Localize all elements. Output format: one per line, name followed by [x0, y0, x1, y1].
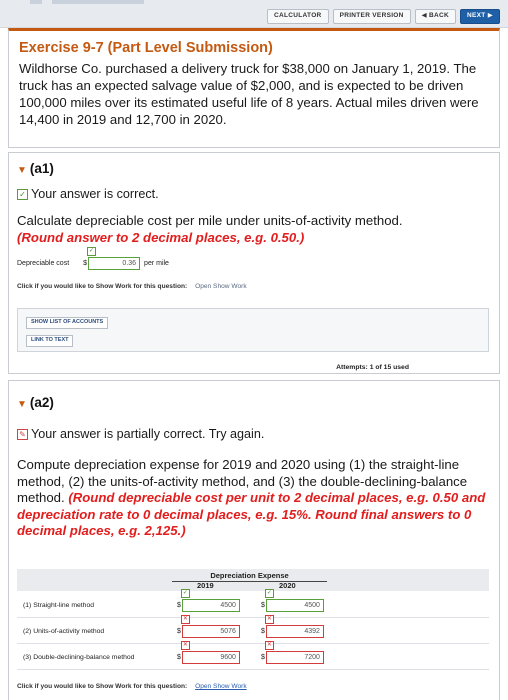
printer-version-button[interactable]: PRINTER VERSION	[332, 9, 411, 24]
open-show-work-link[interactable]: Open Show Work	[195, 283, 247, 290]
a1-status: ✓ Your answer is correct.	[17, 187, 159, 201]
cell-value: 7200	[304, 654, 320, 661]
year-2020-header: 2020	[279, 581, 296, 590]
check-icon: ✓	[17, 188, 28, 200]
cell-value: 5076	[220, 628, 236, 635]
a1-show-work: Click if you would like to Show Work for…	[17, 283, 247, 290]
next-button[interactable]: NEXT ▶	[460, 9, 500, 24]
a2-show-work: Click if you would like to Show Work for…	[17, 683, 247, 690]
incorrect-x-icon: ✕	[180, 615, 190, 624]
units-activity-2019-input[interactable]: ✕ 5076	[180, 615, 240, 638]
part-a1-card: ▼ (a1) ✓ Your answer is correct. Calculat…	[8, 152, 500, 374]
attempts-counter: Attempts: 1 of 15 used	[336, 364, 409, 371]
straight-line-2020-input[interactable]: ✓ 4500	[264, 589, 324, 612]
show-work-prompt: Click if you would like to Show Work for…	[17, 683, 188, 690]
row-label: (2) Units-of-activity method	[23, 628, 105, 635]
part-a1-heading-text: (a1)	[29, 161, 54, 176]
back-button[interactable]: ◀ BACK	[414, 9, 457, 24]
ddb-2020-input[interactable]: ✕ 7200	[264, 641, 324, 664]
a2-question: Compute depreciation expense for 2019 an…	[17, 457, 489, 540]
table-header: Depreciation Expense 2019 2020	[17, 569, 489, 591]
depreciable-cost-label: Depreciable cost	[17, 260, 70, 267]
open-show-work-link[interactable]: Open Show Work	[195, 683, 247, 690]
dollar-sign: $	[177, 602, 181, 609]
table-row: (1) Straight-line method $ ✓ 4500 $ ✓ 45…	[17, 589, 489, 618]
cell-value: 4500	[220, 602, 236, 609]
table-row: (2) Units-of-activity method $ ✕ 5076 $ …	[17, 615, 489, 644]
a2-instruction: (Round depreciable cost per unit to 2 de…	[17, 490, 486, 538]
correct-check-icon: ✓	[264, 589, 274, 598]
a1-status-text: Your answer is correct.	[31, 187, 159, 201]
exercise-card: Exercise 9-7 (Part Level Submission) Wil…	[8, 28, 500, 148]
a2-status-text: Your answer is partially correct. Try ag…	[31, 427, 265, 441]
a1-question-text: Calculate depreciable cost per mile unde…	[17, 213, 403, 228]
cell-value: 4500	[304, 602, 320, 609]
resources-box: SHOW LIST OF ACCOUNTS LINK TO TEXT	[17, 308, 489, 352]
depreciable-cost-value: 0.36	[122, 260, 137, 267]
cell-value: 9600	[220, 654, 236, 661]
row-label: (3) Double-declining-balance method	[23, 654, 135, 661]
a1-question: Calculate depreciable cost per mile unde…	[17, 213, 489, 246]
collapse-caret-icon[interactable]: ▼	[17, 399, 27, 410]
exercise-body: Wildhorse Co. purchased a delivery truck…	[19, 61, 479, 127]
depreciable-cost-row: Depreciable cost $ ✓ 0.36 per mile	[17, 247, 169, 270]
show-work-prompt: Click if you would like to Show Work for…	[17, 283, 188, 290]
straight-line-2019-input[interactable]: ✓ 4500	[180, 589, 240, 612]
calculator-button[interactable]: CALCULATOR	[267, 9, 329, 24]
per-mile-label: per mile	[144, 260, 169, 267]
a1-instruction: (Round answer to 2 decimal places, e.g. …	[17, 229, 305, 245]
dollar-sign: $	[83, 260, 88, 267]
collapse-caret-icon[interactable]: ▼	[17, 165, 27, 176]
dollar-sign: $	[177, 628, 181, 635]
correct-check-icon: ✓	[180, 589, 190, 598]
top-toolbar: CALCULATOR PRINTER VERSION ◀ BACK NEXT ▶	[0, 0, 508, 28]
a2-status: ✎ Your answer is partially correct. Try …	[17, 427, 264, 441]
dollar-sign: $	[261, 602, 265, 609]
incorrect-x-icon: ✕	[264, 641, 274, 650]
depreciable-cost-input[interactable]: ✓ 0.36	[87, 247, 141, 270]
part-a1-heading[interactable]: ▼ (a1)	[17, 161, 54, 176]
partial-icon: ✎	[17, 428, 28, 440]
link-to-text-button[interactable]: LINK TO TEXT	[26, 335, 74, 347]
incorrect-x-icon: ✕	[180, 641, 190, 650]
row-label: (1) Straight-line method	[23, 602, 95, 609]
correct-check-icon: ✓	[87, 247, 97, 256]
part-a2-card: ▼ (a2) ✎ Your answer is partially correct…	[8, 380, 500, 700]
year-2019-header: 2019	[197, 581, 214, 590]
show-list-of-accounts-button[interactable]: SHOW LIST OF ACCOUNTS	[26, 317, 109, 329]
table-row: (3) Double-declining-balance method $ ✕ …	[17, 641, 489, 670]
units-activity-2020-input[interactable]: ✕ 4392	[264, 615, 324, 638]
breadcrumb-stub	[52, 0, 144, 4]
ddb-2019-input[interactable]: ✕ 9600	[180, 641, 240, 664]
part-a2-heading-text: (a2)	[29, 395, 54, 410]
depreciation-expense-header: Depreciation Expense	[172, 571, 327, 582]
breadcrumb-stub	[30, 0, 42, 4]
incorrect-x-icon: ✕	[264, 615, 274, 624]
dollar-sign: $	[261, 628, 265, 635]
cell-value: 4392	[304, 628, 320, 635]
part-a2-heading[interactable]: ▼ (a2)	[17, 395, 54, 410]
exercise-title: Exercise 9-7 (Part Level Submission)	[19, 40, 273, 56]
dollar-sign: $	[177, 654, 181, 661]
dollar-sign: $	[261, 654, 265, 661]
